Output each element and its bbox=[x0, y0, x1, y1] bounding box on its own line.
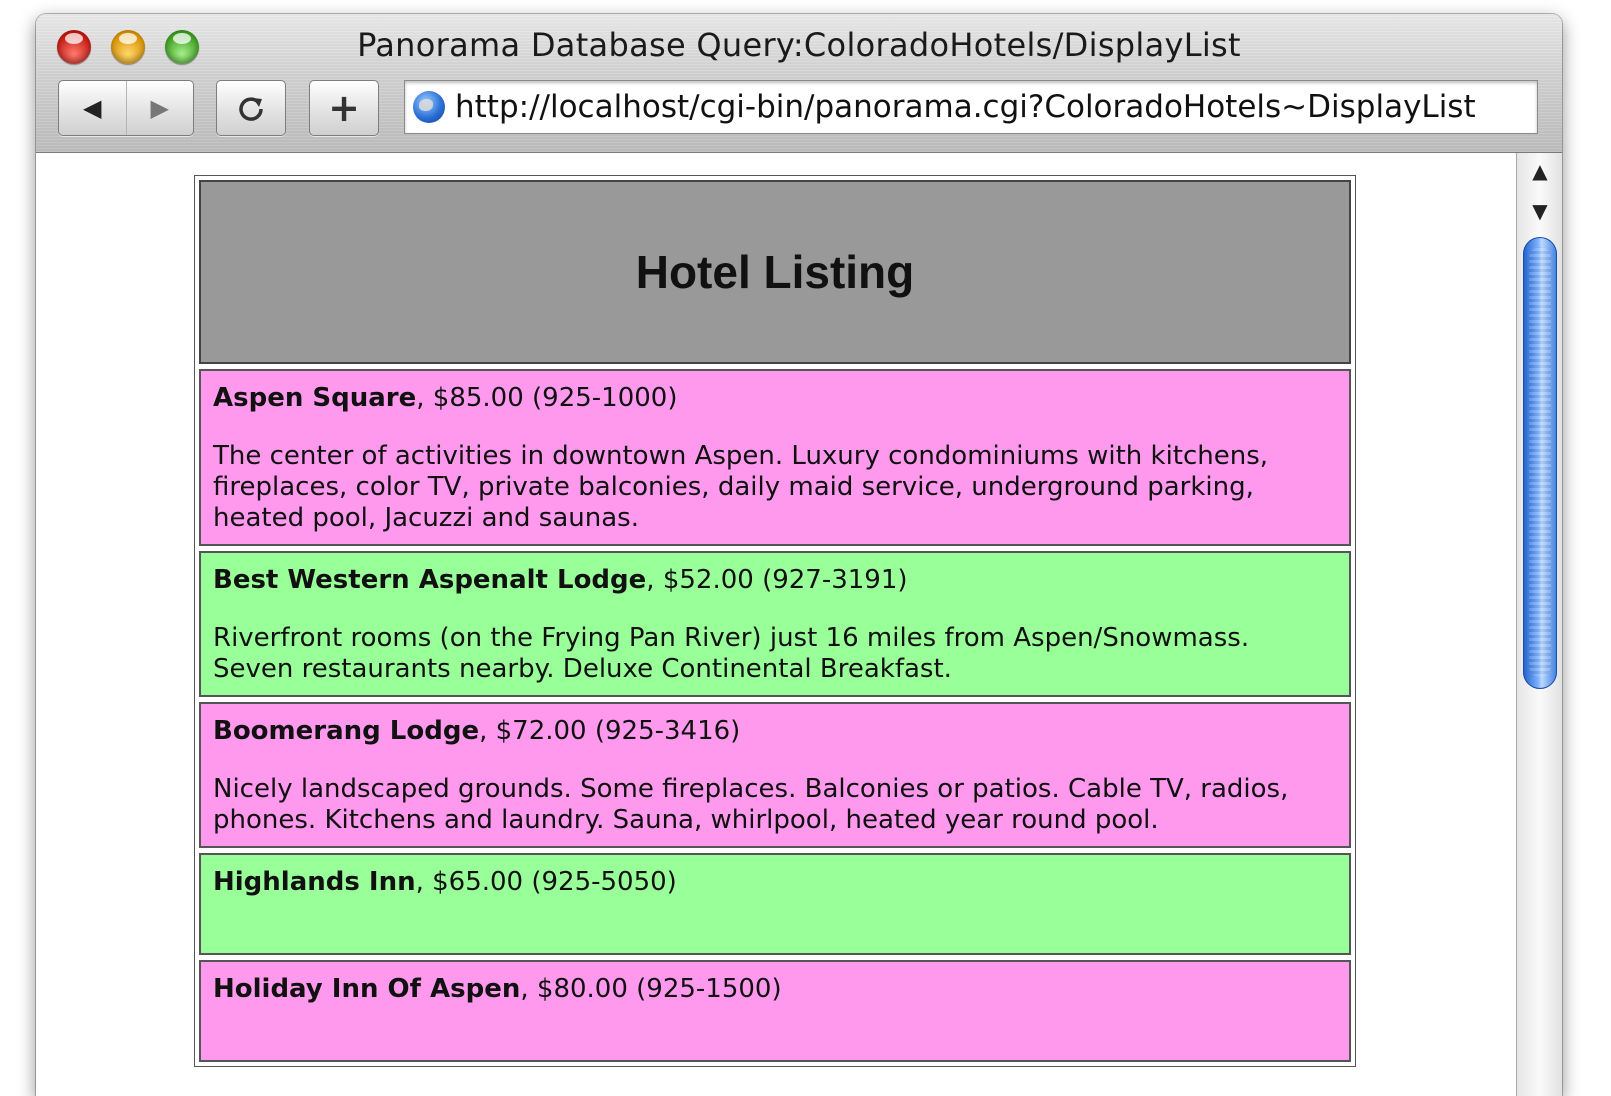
hotel-row: Highlands Inn, $65.00 (925-5050) bbox=[199, 853, 1351, 955]
hotel-summary: Boomerang Lodge, $72.00 (925-3416) bbox=[213, 716, 1337, 747]
hotel-description bbox=[213, 1019, 1337, 1050]
hotel-row: Aspen Square, $85.00 (925-1000) The cent… bbox=[199, 369, 1351, 546]
hotel-summary: Aspen Square, $85.00 (925-1000) bbox=[213, 383, 1337, 414]
forward-button[interactable]: ▶ bbox=[127, 81, 194, 135]
back-forward-group: ◀ ▶ bbox=[58, 80, 194, 136]
hotel-price-phone: , $52.00 (927-3191) bbox=[646, 565, 908, 595]
hotel-price-phone: , $80.00 (925-1500) bbox=[520, 974, 782, 1004]
browser-window: Panorama Database Query:ColoradoHotels/D… bbox=[36, 14, 1562, 1096]
window-title: Panorama Database Query:ColoradoHotels/D… bbox=[357, 26, 1241, 64]
hotel-row: Holiday Inn Of Aspen, $80.00 (925-1500) bbox=[199, 960, 1351, 1062]
address-bar[interactable]: http://localhost/cgi-bin/panorama.cgi?Co… bbox=[404, 80, 1538, 134]
hotel-summary: Best Western Aspenalt Lodge, $52.00 (927… bbox=[213, 565, 1337, 596]
hotel-description: Nicely landscaped grounds. Some fireplac… bbox=[213, 774, 1289, 835]
page-content: Hotel Listing Aspen Square, $85.00 (925-… bbox=[36, 153, 1516, 1096]
vertical-scrollbar[interactable]: ▲ ▼ bbox=[1516, 153, 1562, 1096]
hotel-description: The center of activities in downtown Asp… bbox=[213, 441, 1269, 533]
reload-icon bbox=[239, 97, 263, 121]
hotel-row: Boomerang Lodge, $72.00 (925-3416) Nicel… bbox=[199, 702, 1351, 848]
hotel-description bbox=[213, 912, 1337, 943]
hotel-name: Highlands Inn bbox=[213, 867, 416, 897]
add-bookmark-button[interactable]: + bbox=[309, 80, 379, 136]
scroll-down-arrow-icon[interactable]: ▼ bbox=[1517, 199, 1562, 223]
url-text[interactable]: http://localhost/cgi-bin/panorama.cgi?Co… bbox=[455, 89, 1476, 125]
hotel-name: Aspen Square bbox=[213, 383, 417, 413]
listing-header: Hotel Listing bbox=[199, 180, 1351, 364]
hotel-name: Best Western Aspenalt Lodge bbox=[213, 565, 647, 595]
browser-toolbar: Panorama Database Query:ColoradoHotels/D… bbox=[36, 14, 1562, 153]
back-button[interactable]: ◀ bbox=[59, 81, 127, 135]
hotel-summary: Highlands Inn, $65.00 (925-5050) bbox=[213, 867, 1337, 898]
hotel-name: Boomerang Lodge bbox=[213, 716, 480, 746]
hotel-listing-table: Hotel Listing Aspen Square, $85.00 (925-… bbox=[194, 175, 1356, 1067]
hotel-price-phone: , $65.00 (925-5050) bbox=[415, 867, 677, 897]
scroll-thumb[interactable] bbox=[1523, 237, 1557, 689]
forward-arrow-icon: ▶ bbox=[150, 94, 169, 122]
hotel-name: Holiday Inn Of Aspen bbox=[213, 974, 521, 1004]
globe-icon bbox=[413, 91, 445, 123]
hotel-summary: Holiday Inn Of Aspen, $80.00 (925-1500) bbox=[213, 974, 1337, 1005]
back-arrow-icon: ◀ bbox=[83, 94, 102, 122]
scroll-up-arrow-icon[interactable]: ▲ bbox=[1517, 159, 1562, 183]
hotel-price-phone: , $72.00 (925-3416) bbox=[479, 716, 741, 746]
hotel-description: Riverfront rooms (on the Frying Pan Rive… bbox=[213, 623, 1250, 684]
hotel-row: Best Western Aspenalt Lodge, $52.00 (927… bbox=[199, 551, 1351, 697]
page-title: Hotel Listing bbox=[635, 246, 915, 298]
reload-button[interactable] bbox=[216, 80, 286, 136]
plus-icon: + bbox=[328, 86, 360, 130]
hotel-price-phone: , $85.00 (925-1000) bbox=[416, 383, 678, 413]
